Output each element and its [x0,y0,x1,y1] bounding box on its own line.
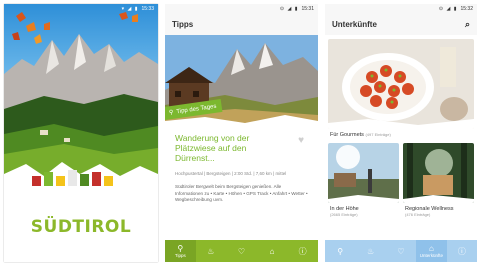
category-grid: In der Höhe (2665 Einträge) Regionale We… [328,143,474,217]
category-list: Für Gourmets (497 Einträge) In der Höhe … [325,39,477,217]
nav-activities[interactable]: ♨ [355,240,385,262]
nav-accommodations[interactable]: ⌂ [257,240,288,262]
status-icons: ▾ ◢ ▮ [121,5,139,12]
clock: 15:33 [141,5,154,12]
gourmet-food-photo [328,39,474,129]
nav-favorites[interactable]: ♡ [226,240,257,262]
sudtirol-logo: SÜDTIROL [30,217,132,237]
wellness-photo [403,143,474,203]
activity-icon: ♨ [207,246,215,256]
bottom-navigation: ⚲ Tipps ♨ ♡ ⌂ ⓘ [165,240,318,262]
tip-title[interactable]: Wanderung von der Plätzwiese auf den Dür… [175,133,285,163]
nav-tips[interactable]: ⚲ [325,240,355,262]
altitude-photo [328,143,399,203]
nav-accommodations[interactable]: ⌂ Unterkünfte [416,240,447,262]
status-bar: ⊙ ◢ ▮ 15:32 [325,4,477,13]
info-icon: ⓘ [457,246,466,256]
bottom-navigation: ⚲ ♨ ♡ ⌂ Unterkünfte ⓘ [325,240,477,262]
status-icons: ⊙ ◢ ▮ [279,5,299,12]
tip-description: Südtiroler Bergwelt beim Bergsteigen gen… [175,184,308,202]
accommodations-screen: ⊙ ◢ ▮ 15:32 Unterkünfte ⌕ Für Gourmets (… [325,4,477,262]
nav-info[interactable]: ⓘ [287,240,318,262]
splash-screen: ▾ ◢ ▮ 15:33 SÜDTIROL [4,4,158,262]
nav-label: Unterkünfte [419,253,444,258]
pin-icon: ⚲ [337,246,344,256]
heart-icon: ♡ [237,246,246,256]
pin-icon: ⚲ [168,109,174,117]
nav-label: Tipps [174,253,186,258]
food-plate-image [328,39,474,129]
search-icon[interactable]: ⌕ [465,19,470,30]
tip-card[interactable]: Wanderung von der Plätzwiese auf den Dür… [165,125,318,204]
tip-meta: Hochpustertal | Bergsteigen | 2:00 Std. … [175,171,287,176]
status-bar: ▾ ◢ ▮ 15:33 [4,4,158,13]
app-bar: Tipps [165,13,318,35]
category-caption: Für Gourmets (497 Einträge) [328,129,474,138]
landscape-illustration [4,12,158,194]
category-caption: Regionale Wellness (476 Einträge) [403,203,474,217]
nav-info[interactable]: ⓘ [447,240,477,262]
heart-icon: ♡ [397,246,405,256]
pin-icon: ⚲ [177,244,184,253]
category-card-gourmets[interactable]: Für Gourmets (497 Einträge) [328,39,474,138]
terrace-image [328,143,399,203]
nav-tips[interactable]: ⚲ Tipps [165,240,196,262]
category-card-wellness[interactable]: Regionale Wellness (476 Einträge) [403,143,474,217]
clock: 15:31 [301,5,314,12]
entry-count: (497 Einträge) [365,132,391,137]
status-icons: ⊙ ◢ ▮ [438,5,458,12]
entry-count: (476 Einträge) [405,212,431,217]
app-bar: Unterkünfte ⌕ [325,13,477,35]
entry-count: (2665 Einträge) [330,212,358,217]
category-card-altitude[interactable]: In der Höhe (2665 Einträge) [328,143,399,217]
home-icon: ⌂ [429,244,434,253]
category-name: Für Gourmets [330,132,364,138]
info-icon: ⓘ [298,246,307,256]
tip-hero-image[interactable]: ⚲ Tipp des Tages [165,35,318,125]
forest-sauna-image [403,143,474,203]
status-bar: ⊙ ◢ ▮ 15:31 [165,4,318,13]
nav-favorites[interactable]: ♡ [386,240,416,262]
clock: 15:32 [460,5,473,12]
category-caption: In der Höhe (2665 Einträge) [328,203,399,217]
page-title: Unterkünfte [332,19,377,29]
badge-label: Tipp des Tages [175,103,217,115]
tips-screen: ⊙ ◢ ▮ 15:31 Tipps ⚲ Tipp des Tages Wande… [165,4,318,262]
favorite-heart-icon[interactable]: ♥ [298,135,304,146]
activity-icon: ♨ [367,246,375,256]
nav-activities[interactable]: ♨ [196,240,227,262]
page-title: Tipps [172,19,194,29]
home-icon: ⌂ [269,246,275,256]
